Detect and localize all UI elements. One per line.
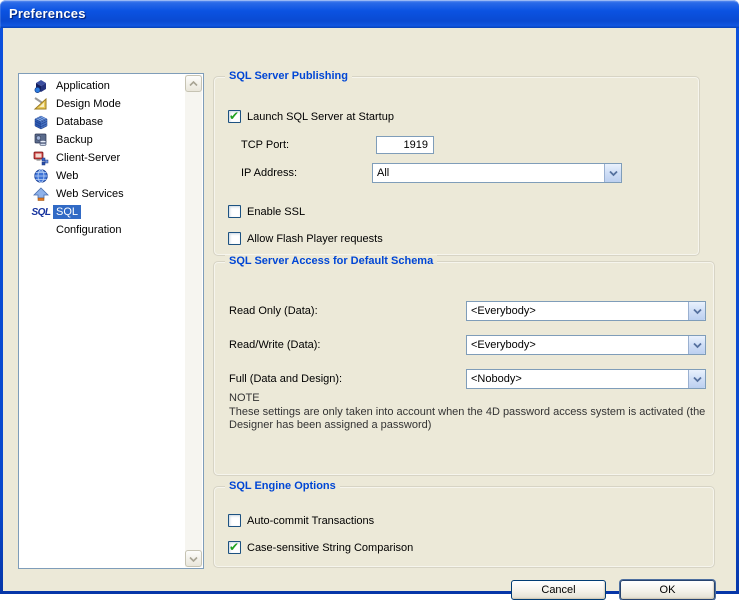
window-title: Preferences: [9, 6, 86, 21]
case-sensitive-row: Case-sensitive String Comparison: [228, 541, 413, 554]
launch-sql-row: Launch SQL Server at Startup: [228, 110, 394, 123]
ip-address-select[interactable]: All: [372, 163, 622, 183]
blank-icon: [33, 222, 49, 238]
database-icon: [33, 114, 49, 130]
note-title: NOTE: [229, 392, 260, 404]
tree-scrollbar[interactable]: [185, 75, 202, 567]
auto-commit-checkbox[interactable]: [228, 514, 241, 527]
combo-value: <Nobody>: [467, 373, 688, 385]
note-text: These settings are only taken into accou…: [229, 406, 726, 432]
sidebar-item-label: SQL: [53, 205, 81, 219]
combo-value: <Everybody>: [467, 305, 688, 317]
web-icon: [33, 168, 49, 184]
checkbox-label: Case-sensitive String Comparison: [247, 542, 413, 554]
sidebar-item-label: Database: [53, 115, 106, 129]
read-only-select[interactable]: <Everybody>: [466, 301, 706, 321]
sql-server-access-group: SQL Server Access for Default Schema Rea…: [213, 261, 715, 476]
client-server-icon: [33, 150, 49, 166]
ok-button[interactable]: OK: [620, 580, 715, 600]
sidebar-item-label: Application: [53, 79, 113, 93]
tcp-port-label: TCP Port:: [241, 139, 289, 151]
chevron-down-icon[interactable]: [688, 302, 705, 320]
combo-value: <Everybody>: [467, 339, 688, 351]
sidebar-item-web-services[interactable]: Web Services: [33, 185, 127, 203]
sidebar-item-label: Design Mode: [53, 97, 124, 111]
ip-address-label: IP Address:: [241, 167, 297, 179]
checkbox-label: Auto-commit Transactions: [247, 515, 374, 527]
sidebar-tree: Application Design Mode: [18, 73, 204, 569]
sidebar-item-label: Web: [53, 169, 81, 183]
sidebar-item-design-mode[interactable]: Design Mode: [33, 95, 124, 113]
full-access-select[interactable]: <Nobody>: [466, 369, 706, 389]
sidebar-item-label: Backup: [53, 133, 96, 147]
launch-sql-checkbox[interactable]: [228, 110, 241, 123]
sidebar-item-label: Client-Server: [53, 151, 123, 165]
dialog-body: Application Design Mode: [3, 28, 736, 591]
sql-icon: SQL: [33, 204, 49, 220]
allow-flash-checkbox[interactable]: [228, 232, 241, 245]
application-icon: [33, 78, 49, 94]
sidebar-item-backup[interactable]: Backup: [33, 131, 96, 149]
chevron-down-icon[interactable]: [688, 370, 705, 388]
full-access-label: Full (Data and Design):: [229, 373, 342, 385]
sidebar-item-web[interactable]: Web: [33, 167, 81, 185]
checkbox-label: Allow Flash Player requests: [247, 233, 383, 245]
web-services-icon: [33, 186, 49, 202]
checkbox-label: Launch SQL Server at Startup: [247, 111, 394, 123]
scroll-down-button[interactable]: [185, 550, 202, 567]
sidebar-item-label: Web Services: [53, 187, 127, 201]
sidebar-item-sql[interactable]: SQL SQL: [33, 203, 81, 221]
sidebar-item-application[interactable]: Application: [33, 77, 113, 95]
tcp-port-input[interactable]: [376, 136, 434, 154]
sidebar-item-configuration[interactable]: Configuration: [33, 221, 124, 239]
checkbox-label: Enable SSL: [247, 206, 305, 218]
preferences-window: Preferences Application: [0, 0, 739, 594]
enable-ssl-checkbox[interactable]: [228, 205, 241, 218]
design-mode-icon: [33, 96, 49, 112]
combo-value: All: [373, 167, 604, 179]
group-title: SQL Server Publishing: [225, 70, 352, 82]
sql-engine-options-group: SQL Engine Options Auto-commit Transacti…: [213, 486, 715, 568]
sql-server-publishing-group: SQL Server Publishing Launch SQL Server …: [213, 76, 700, 256]
cancel-button[interactable]: Cancel: [511, 580, 606, 600]
backup-icon: [33, 132, 49, 148]
titlebar[interactable]: Preferences: [0, 0, 739, 28]
sidebar-item-label: Configuration: [53, 223, 124, 237]
chevron-down-icon[interactable]: [604, 164, 621, 182]
read-write-select[interactable]: <Everybody>: [466, 335, 706, 355]
chevron-down-icon[interactable]: [688, 336, 705, 354]
group-title: SQL Server Access for Default Schema: [225, 255, 437, 267]
case-sensitive-checkbox[interactable]: [228, 541, 241, 554]
read-write-label: Read/Write (Data):: [229, 339, 321, 351]
read-only-label: Read Only (Data):: [229, 305, 318, 317]
group-title: SQL Engine Options: [225, 480, 340, 492]
sidebar-item-client-server[interactable]: Client-Server: [33, 149, 123, 167]
auto-commit-row: Auto-commit Transactions: [228, 514, 374, 527]
scroll-up-button[interactable]: [185, 75, 202, 92]
enable-ssl-row: Enable SSL: [228, 205, 305, 218]
allow-flash-row: Allow Flash Player requests: [228, 232, 383, 245]
sidebar-item-database[interactable]: Database: [33, 113, 106, 131]
